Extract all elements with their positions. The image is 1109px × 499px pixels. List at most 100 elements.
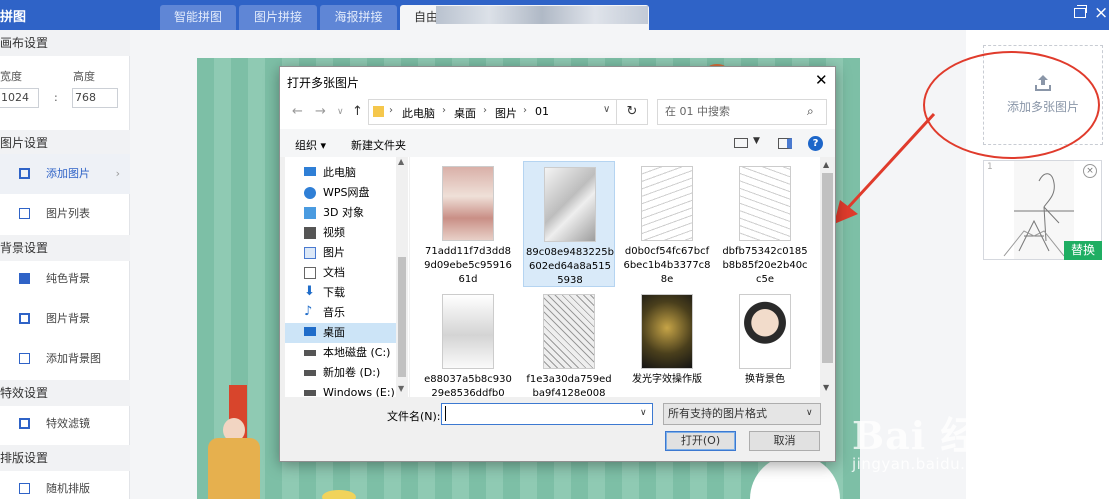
add-image-button[interactable]: 添加图片 › bbox=[0, 154, 130, 194]
add-background-button[interactable]: 添加背景图 bbox=[0, 339, 130, 379]
height-label: 高度 bbox=[73, 70, 95, 83]
view-dropdown-icon[interactable]: ▼ bbox=[753, 136, 760, 146]
image-icon bbox=[19, 168, 30, 179]
nav-item-wps-drive[interactable]: WPS网盘 bbox=[285, 183, 397, 203]
cancel-button[interactable]: 取消 bbox=[749, 431, 820, 451]
recent-dropdown-icon[interactable]: ∨ bbox=[337, 107, 344, 117]
sketch-thumbnail bbox=[543, 294, 595, 369]
nav-item-documents[interactable]: 文档 bbox=[285, 263, 397, 283]
nav-label: 本地磁盘 (C:) bbox=[323, 346, 391, 359]
watermark-logo: Bai 经验 bbox=[852, 413, 1019, 458]
scroll-up-icon[interactable]: ▲ bbox=[823, 160, 829, 169]
nav-label: 文档 bbox=[323, 266, 345, 279]
image-list-button[interactable]: 图片列表 bbox=[0, 194, 130, 234]
tab-poster-stitch[interactable]: 海报拼接 bbox=[320, 5, 397, 30]
open-button[interactable]: 打开(O) bbox=[665, 431, 736, 451]
sketch-thumbnail bbox=[739, 166, 791, 241]
effect-filter-button[interactable]: 特效滤镜 bbox=[0, 404, 130, 444]
file-scrollbar-thumb[interactable] bbox=[822, 173, 833, 363]
forward-arrow-icon[interactable]: → bbox=[315, 104, 326, 119]
color-square-icon bbox=[19, 273, 30, 284]
height-input[interactable]: 768 bbox=[72, 88, 118, 108]
file-item[interactable]: dbfb75342c0185b8b85f20e2b40cc5e bbox=[719, 161, 811, 287]
restore-window-icon[interactable] bbox=[1074, 5, 1087, 18]
file-item[interactable]: d0b0cf54fc67bcf6bec1b4b3377c88e bbox=[621, 161, 713, 287]
preview-pane-icon[interactable] bbox=[778, 138, 792, 149]
nav-item-drive-c[interactable]: 本地磁盘 (C:) bbox=[285, 343, 397, 363]
filetype-select[interactable]: 所有支持的图片格式 bbox=[663, 403, 821, 425]
file-item[interactable]: f1e3a30da759edba9f4128e008 bbox=[523, 289, 615, 397]
nav-scrollbar-thumb[interactable] bbox=[398, 257, 406, 377]
filetype-dropdown-icon[interactable]: ∨ bbox=[806, 408, 813, 418]
background-settings-header: 背景设置 bbox=[0, 235, 130, 261]
navigation-pane: 此电脑 WPS网盘 3D 对象 视频 图片 文档 ⬇ 下载 ♪ 音乐 桌面 本地… bbox=[285, 157, 409, 397]
dialog-close-icon[interactable]: ✕ bbox=[815, 71, 828, 89]
breadcrumb-pictures[interactable]: 图片 bbox=[495, 105, 517, 121]
width-input[interactable]: 1024 bbox=[0, 88, 39, 108]
replace-button[interactable]: 替换 bbox=[1064, 241, 1102, 260]
illustration-body bbox=[208, 438, 260, 499]
solid-background-button[interactable]: 纯色背景 bbox=[0, 259, 130, 299]
cloud-icon bbox=[304, 187, 316, 199]
width-label: 宽度 bbox=[0, 70, 22, 83]
random-layout-button[interactable]: 随机排版 bbox=[0, 469, 130, 499]
file-item[interactable]: 换背景色 bbox=[719, 289, 811, 397]
view-mode-icon[interactable] bbox=[734, 138, 748, 148]
file-name: 71add11f7d3dd89d09ebe5c9591661d bbox=[424, 246, 512, 285]
nav-item-music[interactable]: ♪ 音乐 bbox=[285, 303, 397, 323]
image-settings-header: 图片设置 bbox=[0, 130, 130, 156]
file-item-selected[interactable]: 89c08e9483225b602ed64a8a5155938 bbox=[523, 161, 615, 287]
file-item[interactable]: e88037a5b8c93029e8536ddfb0 bbox=[422, 289, 514, 397]
nav-item-downloads[interactable]: ⬇ 下载 bbox=[285, 283, 397, 303]
breadcrumb-desktop[interactable]: 桌面 bbox=[454, 105, 476, 121]
breadcrumb-separator: › bbox=[483, 105, 487, 116]
remove-thumbnail-icon[interactable]: × bbox=[1083, 164, 1097, 178]
nav-item-drive-e[interactable]: Windows (E:) bbox=[285, 383, 397, 397]
filename-label: 文件名(N): bbox=[387, 410, 441, 423]
image-icon bbox=[304, 247, 316, 259]
nav-item-desktop[interactable]: 桌面 bbox=[285, 323, 397, 343]
new-folder-button[interactable]: 新建文件夹 bbox=[351, 137, 406, 153]
add-background-label: 添加背景图 bbox=[46, 352, 101, 365]
nav-item-drive-d[interactable]: 新加卷 (D:) bbox=[285, 363, 397, 383]
scroll-up-icon[interactable]: ▲ bbox=[398, 157, 404, 166]
nav-item-this-pc[interactable]: 此电脑 bbox=[285, 163, 397, 183]
up-arrow-icon[interactable]: ↑ bbox=[352, 104, 363, 119]
blurred-region bbox=[436, 6, 648, 24]
music-icon: ♪ bbox=[304, 304, 313, 319]
tab-image-stitch[interactable]: 图片拼接 bbox=[239, 5, 317, 30]
breadcrumb-current[interactable]: 01 bbox=[535, 105, 549, 118]
close-app-icon[interactable]: × bbox=[1094, 3, 1108, 23]
dialog-titlebar bbox=[280, 67, 835, 95]
drive-icon bbox=[304, 390, 316, 396]
scroll-down-icon[interactable]: ▼ bbox=[823, 383, 829, 392]
organize-button[interactable]: 组织 ▾ bbox=[295, 137, 326, 153]
nav-label: 视频 bbox=[323, 226, 345, 239]
dialog-title: 打开多张图片 bbox=[287, 76, 360, 90]
app-title: 拼图 bbox=[0, 10, 27, 25]
nav-item-videos[interactable]: 视频 bbox=[285, 223, 397, 243]
tab-smart-collage[interactable]: 智能拼图 bbox=[160, 5, 236, 30]
nav-item-pictures[interactable]: 图片 bbox=[285, 243, 397, 263]
download-icon: ⬇ bbox=[304, 284, 315, 299]
address-dropdown-icon[interactable]: ∨ bbox=[603, 104, 610, 115]
cube-icon bbox=[304, 207, 316, 219]
nav-label: 下载 bbox=[323, 286, 345, 299]
file-item[interactable]: 发光字效操作版 bbox=[621, 289, 713, 397]
breadcrumb-separator: › bbox=[442, 105, 446, 116]
search-icon[interactable]: ⌕ bbox=[807, 104, 814, 119]
refresh-icon[interactable]: ↻ bbox=[617, 99, 648, 125]
nav-item-3d-objects[interactable]: 3D 对象 bbox=[285, 203, 397, 223]
file-item[interactable]: 71add11f7d3dd89d09ebe5c9591661d bbox=[422, 161, 514, 287]
effect-filter-label: 特效滤镜 bbox=[46, 417, 90, 430]
filename-dropdown-icon[interactable]: ∨ bbox=[640, 408, 647, 418]
document-icon bbox=[304, 267, 316, 279]
filename-input[interactable] bbox=[441, 403, 653, 425]
back-arrow-icon[interactable]: ← bbox=[292, 104, 303, 119]
help-icon[interactable]: ? bbox=[808, 136, 823, 151]
image-background-button[interactable]: 图片背景 bbox=[0, 299, 130, 339]
scroll-down-icon[interactable]: ▼ bbox=[398, 384, 404, 393]
search-input[interactable]: 在 01 中搜索 bbox=[657, 99, 827, 125]
breadcrumb-this-pc[interactable]: 此电脑 bbox=[402, 105, 435, 121]
nav-label: 3D 对象 bbox=[323, 206, 364, 219]
